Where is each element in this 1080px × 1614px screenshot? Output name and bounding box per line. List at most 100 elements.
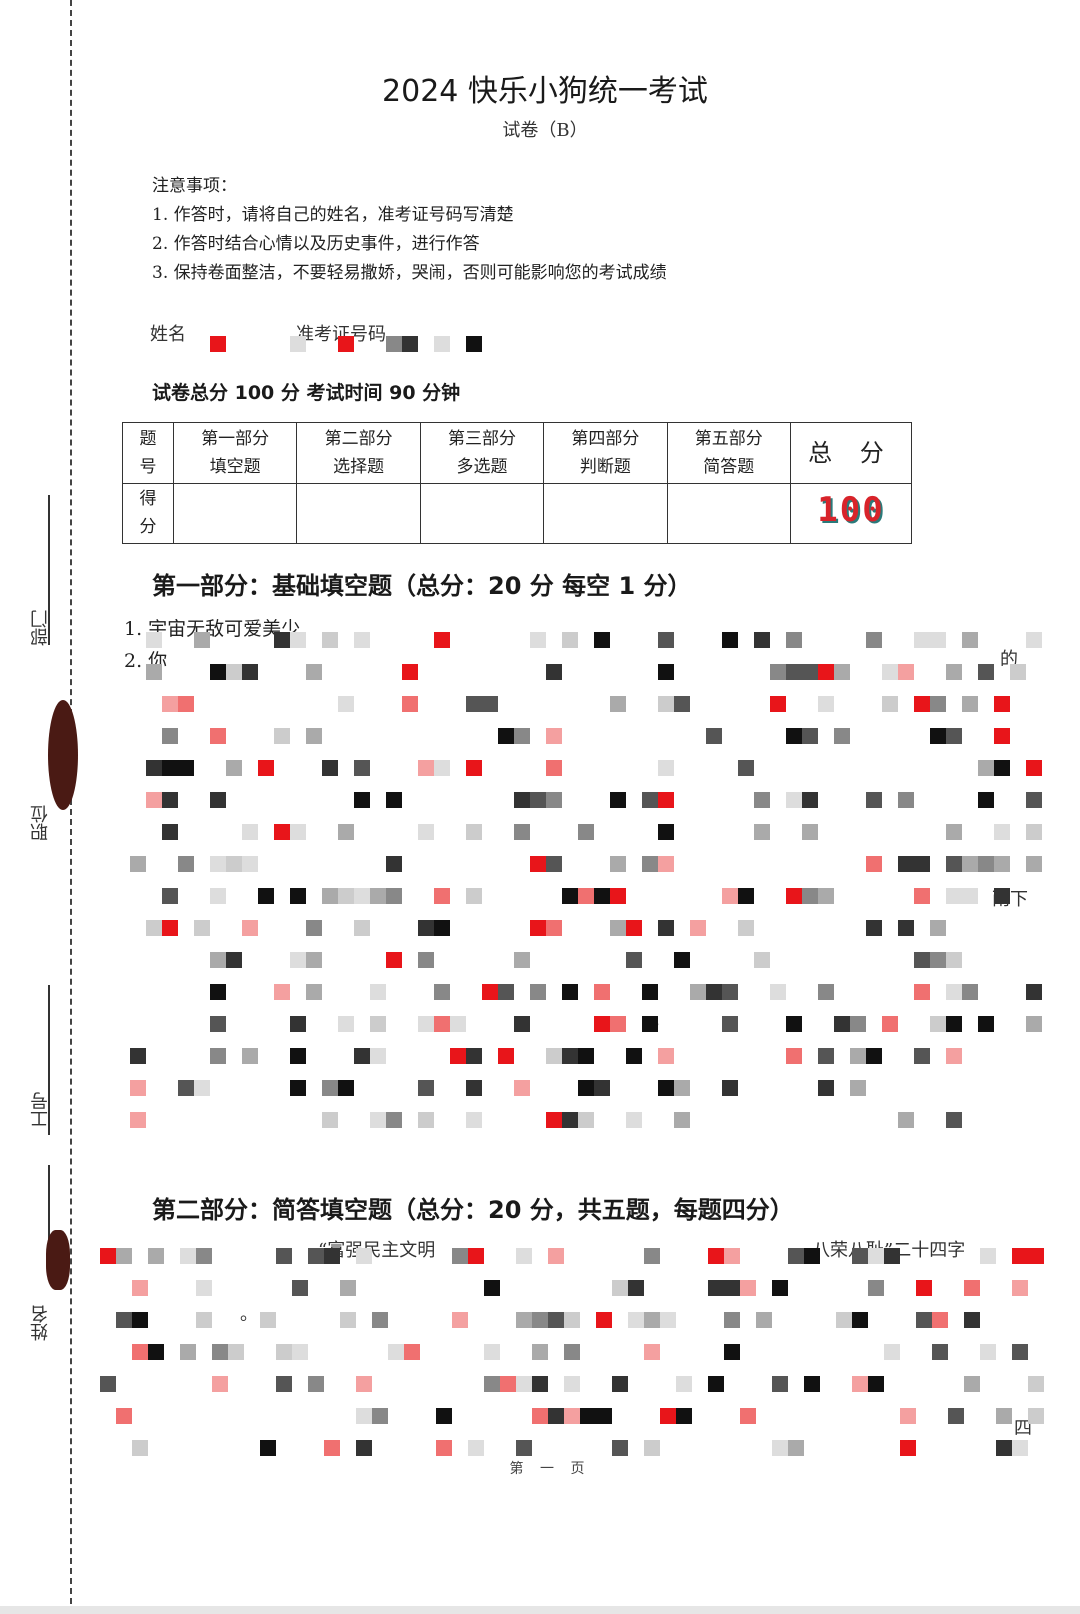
mosaic-pixel [962,888,978,904]
mosaic-pixel [962,984,978,1000]
mosaic-pixel [978,760,994,776]
mosaic-pixel [356,1440,372,1456]
mosaic-pixel [722,1080,738,1096]
mosaic-pixel [834,1016,850,1032]
mosaic-pixel [1012,1280,1028,1296]
mosaic-pixel [914,888,930,904]
mosaic-pixel [338,1016,354,1032]
mosaic-pixel [658,1048,674,1064]
mosaic-pixel [546,1112,562,1128]
mosaic-pixel [660,1408,676,1424]
mosaic-pixel [674,1080,690,1096]
mosaic-pixel [466,824,482,840]
notice-item: 1. 作答时，请将自己的姓名，准考证号码写清楚 [152,205,514,225]
text-fragment: 八荣八耻”二十四字 [812,1240,966,1261]
mosaic-pixel [306,664,322,680]
mosaic-pixel [594,632,610,648]
mosaic-pixel [658,824,674,840]
mosaic-pixel [418,1080,434,1096]
mosaic-pixel [706,984,722,1000]
mosaic-pixel [562,1112,578,1128]
mosaic-pixel [562,1048,578,1064]
mosaic-pixel [338,696,354,712]
mosaic-pixel [946,984,962,1000]
mosaic-pixel [530,984,546,1000]
side-label-dept: 部门 [30,610,51,646]
mosaic-pixel [644,1344,660,1360]
mosaic-pixel [994,728,1010,744]
mosaic-pixel [116,1312,132,1328]
mosaic-pixel [946,1112,962,1128]
text-fragment: 雨下 [992,889,1028,910]
mosaic-pixel [306,920,322,936]
mosaic-pixel [706,728,722,744]
mosaic-pixel [754,632,770,648]
mosaic-pixel [258,760,274,776]
mosaic-pixel [100,1248,116,1264]
mosaic-pixel [834,728,850,744]
mosaic-pixel [340,1312,356,1328]
mosaic-pixel [802,888,818,904]
mosaic-pixel [274,824,290,840]
mosaic-pixel [658,856,674,872]
part-header: 第四部分 判断题 [543,422,668,484]
mosaic-pixel [962,632,978,648]
mosaic-pixel [658,696,674,712]
mosaic-pixel [498,1048,514,1064]
mosaic-pixel [866,920,882,936]
mosaic-pixel [738,760,754,776]
mosaic-pixel [242,920,258,936]
mosaic-pixel [226,760,242,776]
mosaic-pixel [338,1080,354,1096]
mosaic-pixel [644,1312,660,1328]
mosaic-pixel [146,760,162,776]
mosaic-pixel [914,952,930,968]
mosaic-pixel [434,632,450,648]
mosaic-pixel [322,888,338,904]
mosaic-pixel [290,888,306,904]
mosaic-pixel [226,856,242,872]
mosaic-pixel [434,920,450,936]
text-fragment: 的 [1000,649,1018,670]
mosaic-pixel [948,1408,964,1424]
notice-heading: 注意事项： [152,176,237,196]
mosaic-pixel [610,888,626,904]
mosaic-pixel [370,888,386,904]
mosaic-pixel [356,1408,372,1424]
mosaic-pixel [210,1048,226,1064]
mosaic-pixel [626,1112,642,1128]
score-cell [172,482,298,544]
question-1: 1. 宇宙无敌可爱美少 [124,618,301,640]
mosaic-pixel [564,1408,580,1424]
mosaic-pixel [594,1016,610,1032]
mosaic-pixel [850,1080,866,1096]
mosaic-pixel [146,792,162,808]
mosaic-pixel [434,984,450,1000]
mosaic-pixel [466,1048,482,1064]
mosaic-pixel [610,696,626,712]
mosaic-pixel [212,1376,228,1392]
mosaic-pixel [466,888,482,904]
mosaic-pixel [594,888,610,904]
mosaic-pixel [610,1016,626,1032]
mosaic-pixel [498,984,514,1000]
mosaic-pixel [466,336,482,352]
mosaic-pixel [724,1248,740,1264]
mosaic-pixel [818,984,834,1000]
mosaic-pixel [898,856,914,872]
mosaic-pixel [834,664,850,680]
mosaic-pixel [418,824,434,840]
mosaic-pixel [466,1112,482,1128]
mosaic-pixel [548,1248,564,1264]
mosaic-pixel [802,792,818,808]
mosaic-pixel [866,1048,882,1064]
mosaic-pixel [868,1376,884,1392]
mosaic-pixel [290,824,306,840]
mosaic-pixel [466,760,482,776]
mosaic-pixel [546,664,562,680]
mosaic-pixel [514,1080,530,1096]
mosaic-pixel [788,1248,804,1264]
notice-item: 2. 作答时结合心情以及历史事件，进行作答 [152,234,480,254]
mosaic-pixel [1026,1016,1042,1032]
mosaic-pixel [260,1440,276,1456]
